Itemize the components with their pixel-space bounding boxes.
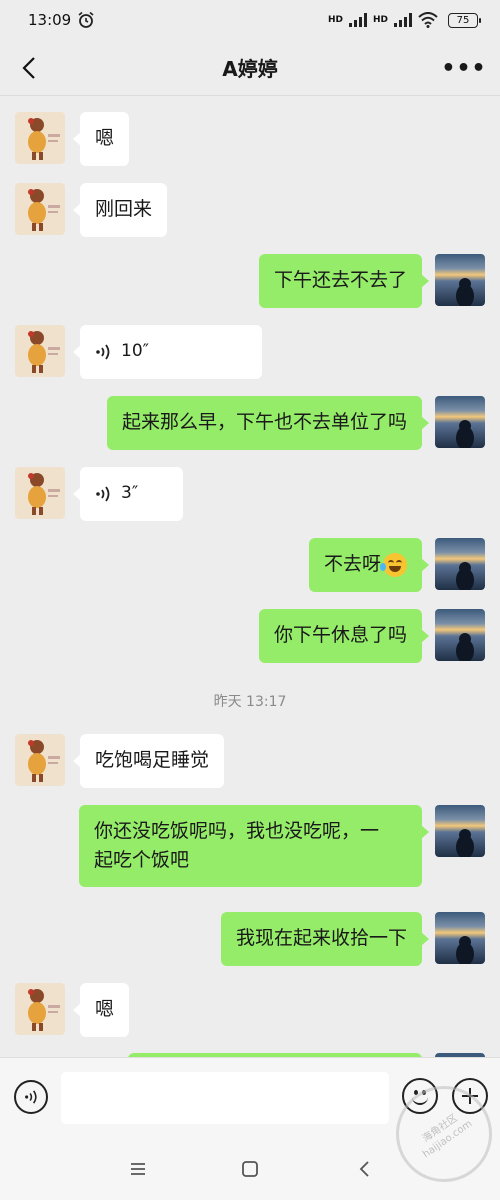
message-item: 刚回来 — [0, 183, 500, 239]
voice-wave-icon — [25, 1090, 37, 1104]
avatar[interactable] — [15, 734, 65, 786]
cartoon-avatar-icon — [28, 118, 60, 160]
sunset-avatar-icon — [456, 633, 474, 661]
message-text: 嗯 — [95, 127, 115, 149]
voice-message: 3″ — [95, 479, 168, 508]
avatar[interactable] — [15, 183, 65, 235]
message-item: 嗯 — [0, 112, 500, 168]
message-item: 我现在起来收拾一下 — [0, 912, 500, 968]
battery-icon: 75 — [448, 12, 481, 28]
recent-apps-button[interactable] — [124, 1155, 152, 1183]
network-label-1: HD — [327, 15, 343, 25]
sent-message-bubble[interactable]: 你下午休息了吗 — [258, 609, 430, 663]
alarm-icon — [78, 11, 94, 28]
home-square-icon — [242, 1161, 258, 1177]
message-item: 下午还去不去了 — [0, 254, 500, 310]
avatar[interactable] — [15, 325, 65, 377]
system-back-button[interactable] — [350, 1155, 378, 1183]
sunset-avatar-icon — [456, 936, 474, 964]
message-item: 不去呀 — [0, 538, 500, 594]
sunset-avatar-icon — [456, 829, 474, 857]
voice-input-button[interactable] — [14, 1080, 48, 1114]
home-button[interactable] — [236, 1155, 264, 1183]
message-item: 嗯 — [0, 983, 500, 1039]
avatar[interactable] — [435, 254, 485, 306]
message-timestamp: 昨天 13:17 — [213, 694, 287, 710]
sunset-avatar-icon — [456, 420, 474, 448]
received-message-bubble[interactable]: 吃饱喝足睡觉 — [72, 734, 225, 788]
avatar[interactable] — [15, 112, 65, 164]
back-button[interactable] — [14, 52, 44, 84]
chat-title: A婷婷 — [222, 57, 278, 81]
network-label-2: HD — [372, 15, 388, 25]
status-left: 13:09 — [28, 11, 95, 29]
sent-message-bubble[interactable]: 起来那么早，下午也不去单位了吗 — [106, 396, 430, 450]
avatar[interactable] — [435, 538, 485, 590]
message-text: 刚回来 — [95, 198, 153, 220]
received-message-bubble[interactable]: 刚回来 — [72, 183, 168, 237]
message-item: 3″ — [0, 467, 500, 523]
sent-message-bubble[interactable]: 下午还去不去了 — [258, 254, 430, 308]
avatar[interactable] — [435, 609, 485, 661]
avatar[interactable] — [435, 912, 485, 964]
message-text: 起来那么早，下午也不去单位了吗 — [121, 411, 407, 433]
voice-wave-icon — [96, 343, 110, 360]
voice-wave-icon — [96, 485, 110, 502]
sent-message-bubble[interactable]: 我现在起来收拾一下 — [220, 912, 430, 966]
voice-message-bubble[interactable]: 10″ — [73, 325, 262, 379]
cartoon-avatar-icon — [28, 473, 60, 515]
message-text-line: 起吃个饭吧 — [94, 849, 190, 871]
message-item: 你还没吃饭呢吗，我也没吃呢，一 起吃个饭吧 — [0, 805, 500, 895]
received-message-bubble[interactable]: 嗯 — [72, 112, 130, 166]
status-time: 13:09 — [28, 11, 72, 29]
message-text: 吃饱喝足睡觉 — [95, 749, 210, 771]
signal-icon — [394, 13, 412, 27]
voice-duration: 10″ — [121, 341, 149, 361]
battery-level: 75 — [456, 14, 470, 26]
message-input[interactable] — [61, 1072, 389, 1124]
message-item: 吃饱喝足睡觉 — [0, 734, 500, 790]
message-list[interactable]: 嗯 刚回来 下午还去不去了 10″ 起来那么早，下午也不去单位了吗 3″ 不去呀… — [0, 97, 500, 1057]
cartoon-avatar-icon — [28, 989, 60, 1031]
received-message-bubble[interactable]: 嗯 — [72, 983, 130, 1037]
avatar[interactable] — [435, 396, 485, 448]
chevron-left-icon — [359, 1161, 369, 1177]
cartoon-avatar-icon — [28, 740, 60, 782]
sent-message-bubble[interactable]: 不去呀 — [308, 538, 430, 592]
laughing-tears-emoji-icon — [380, 552, 407, 577]
chevron-left-icon — [22, 57, 35, 79]
message-text: 嗯 — [95, 998, 115, 1020]
avatar[interactable] — [15, 983, 65, 1035]
wifi-icon — [418, 12, 438, 28]
message-item: 你下午休息了吗 — [0, 609, 500, 665]
message-item: 10″ — [0, 325, 500, 381]
cartoon-avatar-icon — [28, 331, 60, 373]
cartoon-avatar-icon — [28, 189, 60, 231]
voice-message-bubble[interactable]: 3″ — [73, 467, 183, 521]
avatar[interactable] — [435, 805, 485, 857]
status-bar: 13:09 HD HD 75 — [0, 0, 500, 40]
sunset-avatar-icon — [456, 278, 474, 306]
more-options-button[interactable]: ••• — [441, 52, 485, 84]
message-text: 你下午休息了吗 — [273, 624, 407, 646]
menu-icon — [131, 1163, 145, 1175]
signal-icon — [348, 13, 367, 27]
avatar[interactable] — [15, 467, 65, 519]
sent-message-bubble[interactable]: 你还没吃饭呢吗，我也没吃呢，一 起吃个饭吧 — [79, 805, 429, 887]
message-text: 下午还去不去了 — [273, 269, 407, 291]
voice-duration: 3″ — [121, 483, 139, 503]
message-text: 不去呀 — [323, 553, 381, 575]
message-item: 起来那么早，下午也不去单位了吗 — [0, 396, 500, 452]
message-text-line: 你还没吃饭呢吗，我也没吃呢，一 — [94, 820, 380, 842]
voice-message: 10″ — [95, 337, 247, 366]
status-right: HD HD 75 — [327, 12, 481, 28]
chat-header: A婷婷 ••• — [0, 40, 500, 96]
sunset-avatar-icon — [456, 562, 474, 590]
message-text: 我现在起来收拾一下 — [235, 927, 407, 949]
